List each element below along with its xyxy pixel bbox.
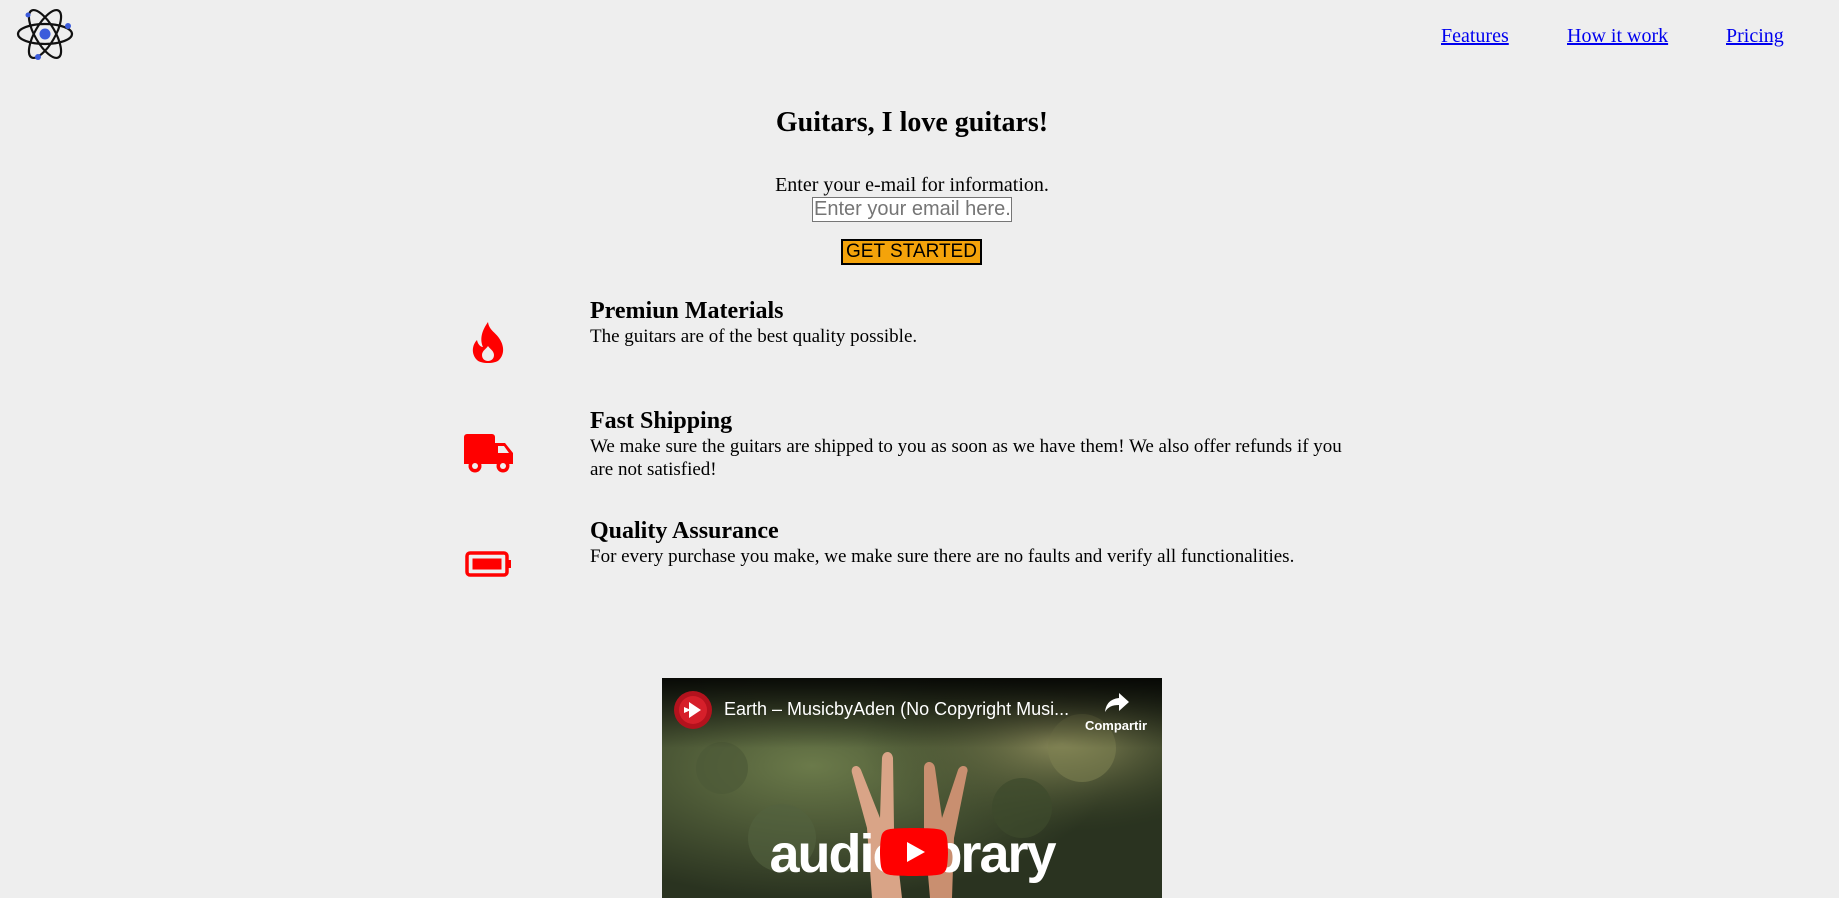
feature-description: For every purchase you make, we make sur…	[590, 546, 1295, 567]
battery-icon	[465, 550, 513, 578]
share-label: Compartir	[1084, 718, 1148, 733]
play-button[interactable]	[880, 828, 948, 876]
email-label: Enter your e-mail for information.	[775, 174, 1049, 196]
fire-icon	[468, 320, 508, 366]
video-player[interactable]: Earth – MusicbyAden (No Copyright Musi..…	[662, 678, 1162, 898]
page-title: Guitars, I love guitars!	[775, 107, 1049, 138]
share-button[interactable]: Compartir	[1076, 690, 1156, 736]
feature-title: Quality Assurance	[590, 518, 779, 544]
feature-description: We make sure the guitars are shipped to …	[590, 436, 1342, 480]
main-nav: Features How it work Pricing	[0, 24, 1839, 48]
feature-title: Premiun Materials	[590, 298, 784, 324]
share-icon	[1105, 693, 1129, 712]
landing-page: Features How it work Pricing Guitars, I …	[0, 0, 1839, 898]
get-started-button[interactable]: GET STARTED	[841, 239, 982, 265]
nav-link-pricing[interactable]: Pricing	[1726, 24, 1784, 48]
truck-icon	[463, 432, 515, 474]
nav-link-features[interactable]: Features	[1441, 24, 1509, 48]
email-field[interactable]	[812, 197, 1012, 222]
feature-title: Fast Shipping	[590, 408, 733, 434]
video-title[interactable]: Earth – MusicbyAden (No Copyright Musi..…	[724, 698, 1074, 720]
channel-avatar[interactable]	[673, 690, 713, 730]
feature-description: The guitars are of the best quality poss…	[590, 326, 918, 347]
nav-link-how-it-work[interactable]: How it work	[1567, 24, 1668, 48]
